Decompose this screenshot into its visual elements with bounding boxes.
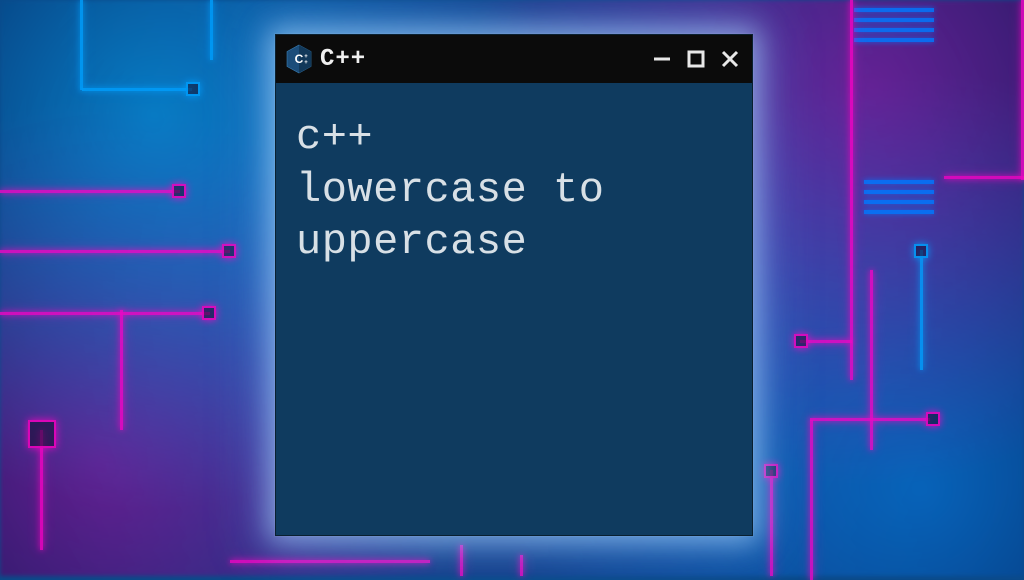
window-content: c++ lowercase to uppercase <box>276 83 752 535</box>
app-window: C + + C++ c++ lowercase to uppercase <box>275 34 753 536</box>
titlebar[interactable]: C + + C++ <box>276 35 752 83</box>
close-button[interactable] <box>718 47 742 71</box>
minimize-button[interactable] <box>650 47 674 71</box>
window-controls <box>650 47 742 71</box>
maximize-button[interactable] <box>684 47 708 71</box>
svg-text:+: + <box>304 60 308 66</box>
svg-text:C: C <box>295 52 304 66</box>
window-title: C++ <box>320 46 642 73</box>
cpp-logo-icon: C + + <box>286 44 312 74</box>
